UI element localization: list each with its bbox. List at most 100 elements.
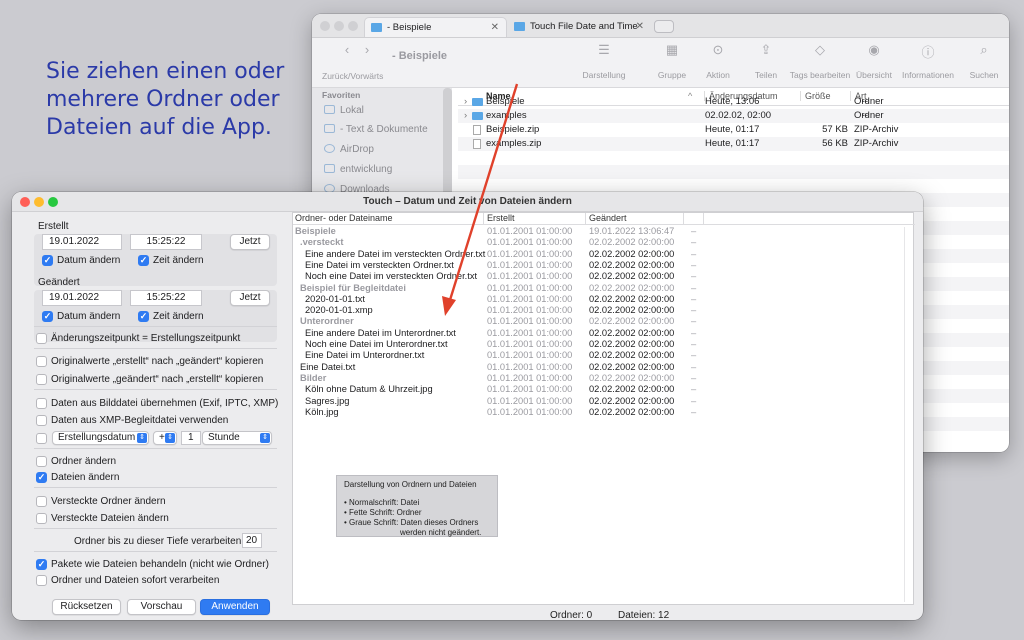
offset-sign-select[interactable]: + ⇕ [153, 431, 177, 445]
view-icon[interactable]: ☰ [584, 42, 624, 58]
sidebar-item-text[interactable]: - Text & Dokumente [324, 124, 428, 135]
copy-mod-to-created-checkbox[interactable] [36, 374, 47, 385]
forward-icon[interactable]: › [360, 42, 374, 57]
zoom-dot-icon[interactable] [348, 21, 358, 31]
row-name: Bilder [300, 372, 327, 383]
share-icon[interactable]: ⇪ [746, 42, 786, 58]
zoom-dot-icon[interactable] [48, 197, 58, 207]
header-modified[interactable]: Geändert [585, 213, 627, 224]
table-row[interactable]: Eine andere Datei im versteckten Ordner.… [293, 249, 915, 260]
sidebar-item-entwicklung[interactable]: entwicklung [324, 164, 392, 175]
preview-button[interactable]: Vorschau [127, 599, 196, 615]
copy-created-to-mod-checkbox[interactable] [36, 356, 47, 367]
table-row[interactable]: Unterordner 01.01.2001 01:00:00 02.02.2002… [293, 316, 915, 327]
minimize-dot-icon[interactable] [34, 197, 44, 207]
offset-checkbox[interactable] [36, 433, 47, 444]
created-change-date-checkbox[interactable]: ✓ [42, 255, 53, 266]
table-row[interactable]: Noch eine Datei im versteckten Ordner.tx… [293, 271, 915, 282]
disclosure-icon[interactable]: › [464, 96, 467, 107]
search-icon[interactable]: ⌕ [964, 42, 1004, 58]
row-mark: – [691, 248, 697, 259]
packages-checkbox[interactable]: ✓ [36, 559, 47, 570]
table-row[interactable]: Beispiele 01.01.2001 01:00:00 19.01.2022 1… [293, 226, 915, 237]
sidebar-item-lokal[interactable]: Lokal [324, 105, 364, 116]
hidden-folders-checkbox[interactable] [36, 496, 47, 507]
back-icon[interactable]: ‹ [340, 42, 354, 57]
offset-unit-select[interactable]: Stunde ⇕ [202, 431, 272, 445]
scroll-track[interactable] [904, 227, 905, 602]
change-files-checkbox[interactable]: ✓ [36, 472, 47, 483]
minimize-dot-icon[interactable] [334, 21, 344, 31]
reset-button[interactable]: Rücksetzen [52, 599, 121, 615]
created-time-field[interactable]: 15:25:22 [130, 234, 202, 250]
finder-row[interactable]: › examples 02.02.02, 02:00 -- Ordner [458, 109, 1009, 123]
modified-change-time-checkbox[interactable]: ✓ [138, 311, 149, 322]
file-kind: ZIP-Archiv [854, 124, 899, 135]
close-icon[interactable]: ✕ [636, 17, 644, 37]
table-row[interactable]: Eine Datei im versteckten Ordner.txt 01.0… [293, 260, 915, 271]
new-tab-button[interactable] [654, 20, 674, 33]
table-row[interactable]: Eine Datei.txt 01.01.2001 01:00:00 02.02.2… [293, 362, 915, 373]
info-icon[interactable]: ⓘ [908, 42, 948, 61]
sidebar-scrollbar[interactable] [443, 88, 452, 208]
tab-touch[interactable]: Touch File Date and Time ✕ [508, 17, 651, 37]
sidebar-item-airdrop[interactable]: AirDrop [324, 144, 374, 155]
close-icon[interactable]: ✕ [491, 18, 499, 38]
tab-beispiele[interactable]: - Beispiele ✕ [364, 17, 507, 37]
modified-change-date-checkbox[interactable]: ✓ [42, 311, 53, 322]
immediate-checkbox[interactable] [36, 575, 47, 586]
offset-value-field[interactable]: 1 [181, 431, 201, 445]
table-row[interactable]: .versteckt 01.01.2001 01:00:00 02.02.2002 … [293, 237, 915, 248]
modified-now-button[interactable]: Jetzt [230, 290, 270, 306]
toolbar-item[interactable]: Darstellung [574, 70, 634, 80]
group-icon[interactable]: ▦ [652, 42, 692, 58]
row-created: 01.01.2001 01:00:00 [487, 305, 573, 316]
toolbar-item[interactable]: Suchen [954, 70, 1009, 80]
apply-button[interactable]: Anwenden [200, 599, 270, 615]
depth-field[interactable]: 20 [242, 533, 262, 548]
tag-icon[interactable]: ◇ [800, 42, 840, 58]
created-change-time-checkbox[interactable]: ✓ [138, 255, 149, 266]
table-row[interactable]: Eine andere Datei im Unterordner.txt 01.0… [293, 328, 915, 339]
change-folders-checkbox[interactable] [36, 456, 47, 467]
action-icon[interactable]: ⊙ [698, 42, 738, 58]
table-row[interactable]: 2020-01-01.txt 01.01.2001 01:00:00 02.02.2… [293, 294, 915, 305]
row-mark: – [691, 372, 697, 383]
row-created: 01.01.2001 01:00:00 [487, 339, 573, 349]
file-kind: Ordner [854, 96, 884, 107]
hidden-files-checkbox[interactable] [36, 513, 47, 524]
table-row[interactable]: Sagres.jpg 01.01.2001 01:00:00 02.02.2002 … [293, 396, 915, 407]
offset-field-select[interactable]: Erstellungsdatum ⇕ [52, 431, 149, 445]
modified-time-field[interactable]: 15:25:22 [130, 290, 202, 306]
row-modified: 02.02.2002 02:00:00 [589, 339, 675, 349]
mod-equals-created-checkbox[interactable] [36, 333, 47, 344]
close-dot-icon[interactable] [20, 197, 30, 207]
toolbar-item[interactable]: Übersicht [844, 70, 904, 80]
created-date-field[interactable]: 19.01.2022 [42, 234, 122, 250]
window-title: Touch – Datum und Zeit von Dateien änder… [12, 192, 923, 212]
table-row[interactable]: Bilder 01.01.2001 01:00:00 02.02.2002 02:0… [293, 373, 915, 384]
table-row[interactable]: Beispiel für Begleitdatei 01.01.2001 01:0… [293, 283, 915, 294]
row-name: Beispiel für Begleitdatei [300, 282, 406, 293]
table-row[interactable]: Eine Datei im Unterordner.txt 01.01.2001 … [293, 350, 915, 361]
table-row[interactable]: Köln.jpg 01.01.2001 01:00:00 02.02.2002 02… [293, 407, 915, 418]
created-now-button[interactable]: Jetzt [230, 234, 270, 250]
table-row[interactable]: Noch eine Datei im Unterordner.txt 01.01.… [293, 339, 915, 350]
modified-date-field[interactable]: 19.01.2022 [42, 290, 122, 306]
header-divider [683, 213, 684, 224]
header-name[interactable]: Ordner- oder Dateiname [295, 213, 393, 223]
quicklook-icon[interactable]: ◉ [854, 42, 894, 58]
finder-row[interactable]: examples.zip Heute, 01:17 56 KB ZIP-Arch… [458, 137, 1009, 151]
disclosure-icon[interactable]: › [464, 110, 467, 121]
finder-row[interactable]: Beispiele.zip Heute, 01:17 57 KB ZIP-Arc… [458, 123, 1009, 137]
table-row[interactable]: Köln ohne Datum & Uhrzeit.jpg 01.01.2001 … [293, 384, 915, 395]
toolbar-item[interactable]: Informationen [898, 70, 958, 80]
close-dot-icon[interactable] [320, 21, 330, 31]
exif-checkbox[interactable] [36, 398, 47, 409]
xmp-checkbox[interactable] [36, 415, 47, 426]
header-created[interactable]: Erstellt [483, 213, 515, 224]
table-row[interactable]: 2020-01-01.xmp 01.01.2001 01:00:00 02.02.2… [293, 305, 915, 316]
tooltip-line: • Fette Schrift: Ordner [344, 508, 422, 517]
file-table: Ordner- oder Dateiname Erstellt Geändert… [292, 212, 915, 605]
finder-row[interactable]: › Beispiele Heute, 13:06 -- Ordner [458, 95, 1009, 109]
